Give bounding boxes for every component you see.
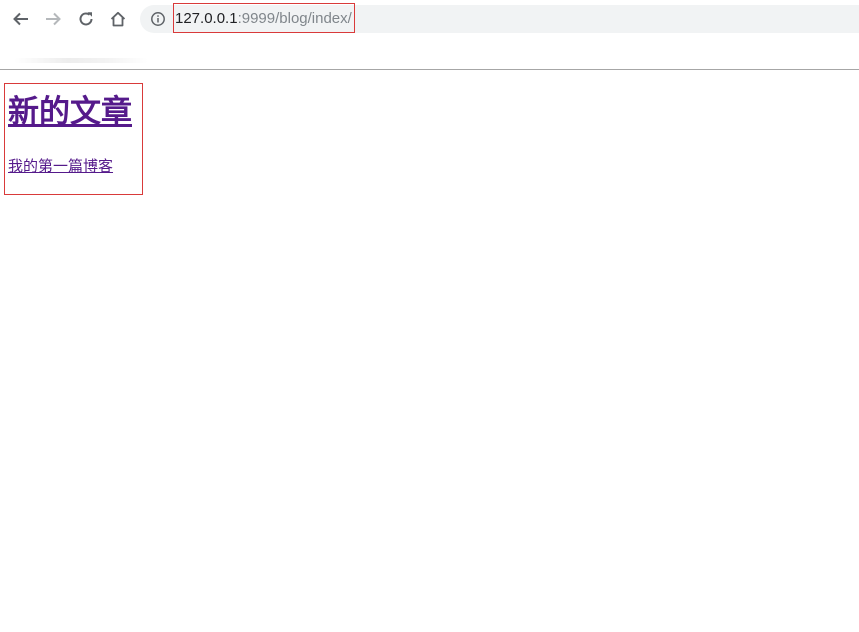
forward-button[interactable] bbox=[41, 7, 65, 31]
reload-icon bbox=[79, 12, 93, 26]
back-button[interactable] bbox=[9, 7, 33, 31]
arrow-right-icon bbox=[46, 12, 61, 26]
article-list-item: 我的第一篇博客 bbox=[8, 156, 113, 176]
address-bar-url[interactable]: 127.0.0.1:9999/blog/index/ bbox=[173, 3, 355, 33]
page-heading: 新的文章 bbox=[8, 94, 132, 130]
article-link[interactable]: 我的第一篇博客 bbox=[8, 157, 113, 175]
new-article-link[interactable]: 新的文章 bbox=[8, 94, 132, 130]
bookmark-bar-shadow bbox=[14, 58, 148, 63]
arrow-left-icon bbox=[13, 12, 28, 26]
info-icon[interactable] bbox=[150, 11, 166, 27]
url-host: 127.0.0.1 bbox=[175, 9, 238, 27]
url-path: :9999/blog/index/ bbox=[237, 9, 352, 27]
browser-toolbar: 127.0.0.1:9999/blog/index/ bbox=[0, 0, 859, 38]
article-section: 新的文章 我的第一篇博客 bbox=[4, 83, 143, 195]
home-button[interactable] bbox=[106, 7, 130, 31]
reload-button[interactable] bbox=[74, 7, 98, 31]
home-icon bbox=[110, 11, 126, 27]
page-content: 新的文章 我的第一篇博客 bbox=[0, 70, 859, 632]
